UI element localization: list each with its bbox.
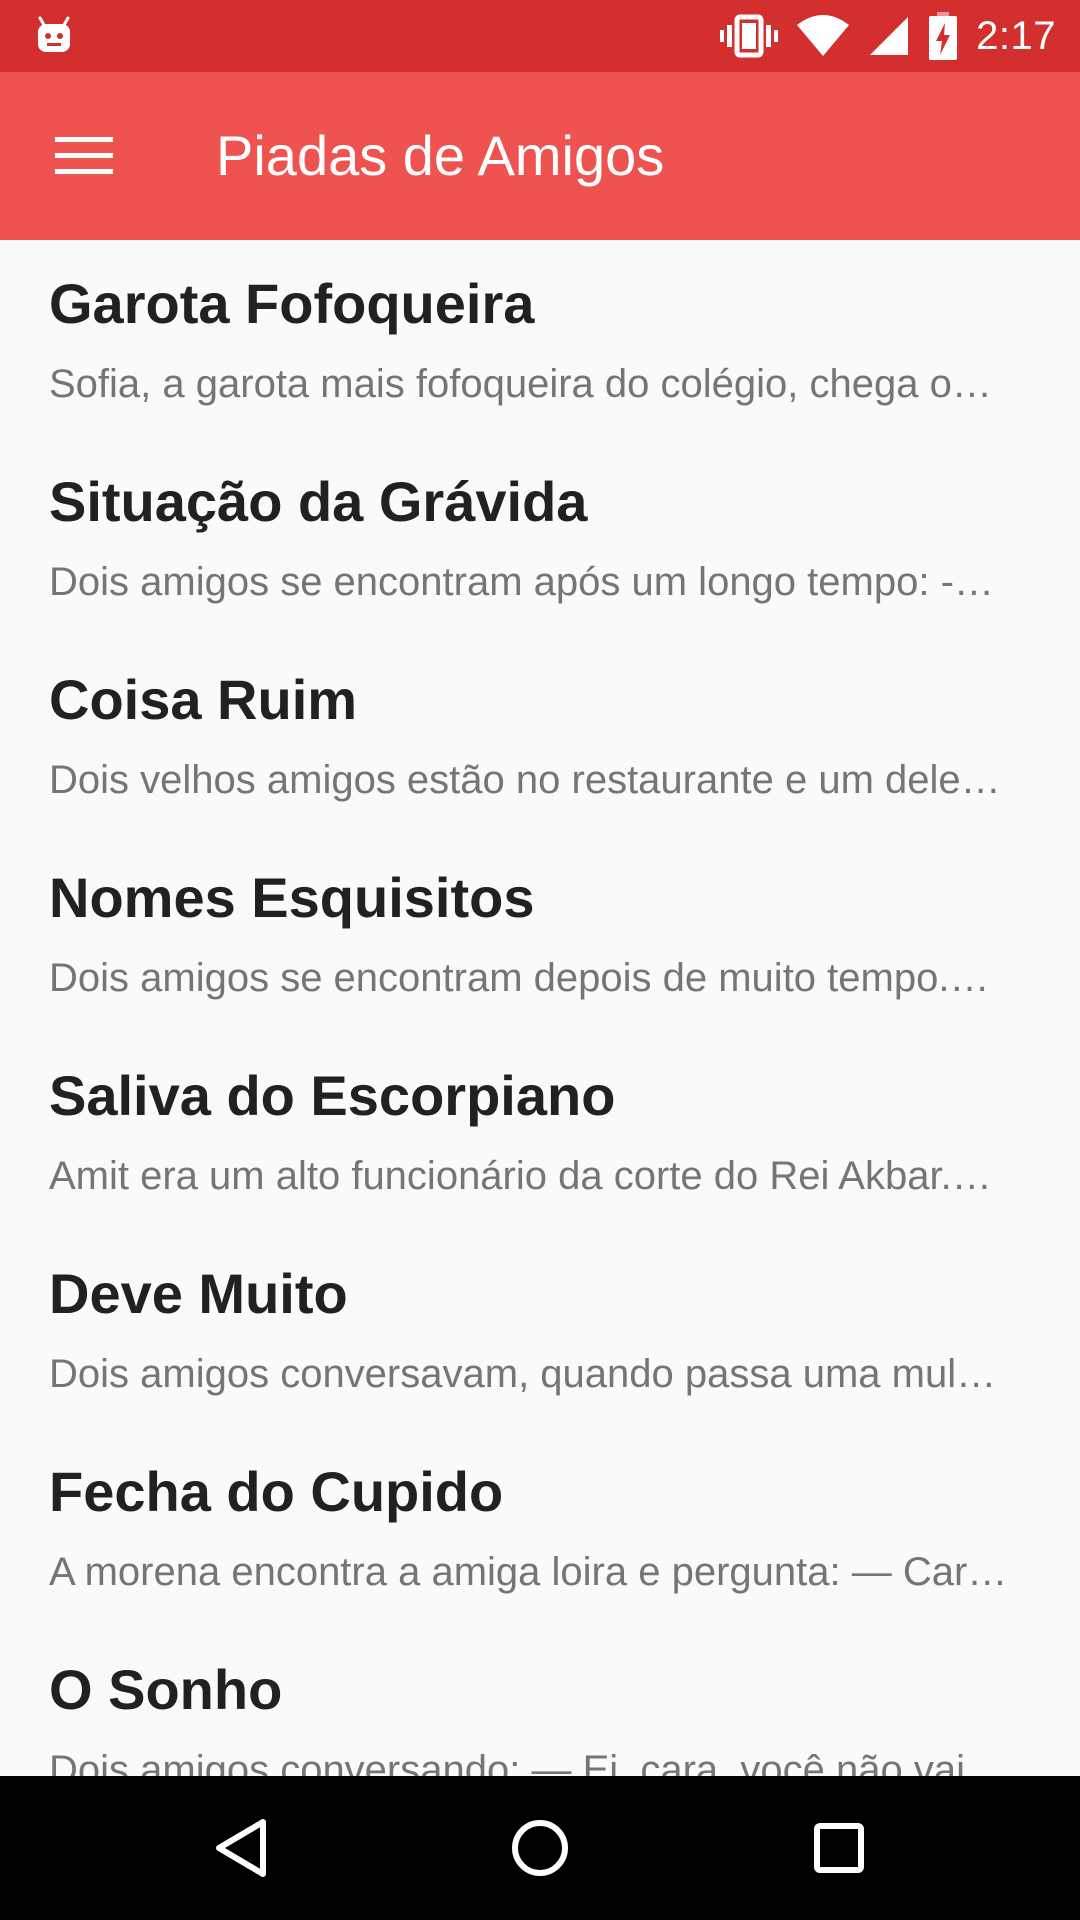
joke-preview: Amit era um alto funcionário da corte do… [49,1154,992,1198]
android-notification-icon [38,16,70,52]
joke-preview: Sofia, a garota mais fofoqueira do colég… [49,362,992,406]
clock: 2:17 [976,13,1056,58]
joke-preview: A morena encontra a amiga loira e pergun… [49,1550,1008,1594]
joke-preview: Dois amigos se encontram após um longo t… [49,560,994,604]
navigation-bar [0,1776,1080,1920]
wifi-icon [797,15,850,56]
joke-title: O Sonho [49,1658,283,1721]
joke-title: Situação da Grávida [49,470,588,533]
home-icon [512,1820,568,1876]
menu-button[interactable] [36,108,132,204]
joke-title: Garota Fofoqueira [49,272,535,335]
joke-title: Deve Muito [49,1262,348,1325]
app-bar: Piadas de Amigos [0,72,1080,240]
app-title: Piadas de Amigos [216,124,665,187]
back-icon [216,1819,266,1877]
joke-title: Fecha do Cupido [49,1460,504,1523]
hamburger-menu-icon [55,137,113,174]
joke-title: Nomes Esquisitos [49,866,535,929]
joke-item-saliva-do-escorpiano[interactable]: Saliva do Escorpiano Amit era um alto fu… [0,1032,1080,1230]
home-button[interactable] [490,1798,590,1898]
cell-signal-icon [870,17,909,55]
joke-title: Saliva do Escorpiano [49,1064,616,1127]
joke-preview: Dois amigos conversando: — Ei, cara, voc… [49,1748,1005,1776]
back-button[interactable] [191,1798,291,1898]
recents-icon [814,1823,864,1873]
joke-item-situacao-da-gravida[interactable]: Situação da Grávida Dois amigos se encon… [0,438,1080,636]
recents-button[interactable] [789,1798,889,1898]
joke-item-nomes-esquisitos[interactable]: Nomes Esquisitos Dois amigos se encontra… [0,834,1080,1032]
battery-charging-icon [929,12,958,60]
joke-preview: Dois velhos amigos estão no restaurante … [49,758,1001,802]
joke-item-o-sonho[interactable]: O Sonho Dois amigos conversando: — Ei, c… [0,1626,1080,1776]
vibrate-icon [720,14,779,58]
joke-list[interactable]: Garota Fofoqueira Sofia, a garota mais f… [0,240,1080,1776]
screen: 2:17 Piadas de Amigos Garota Fofoqueira … [0,0,1080,1920]
joke-item-deve-muito[interactable]: Deve Muito Dois amigos conversavam, quan… [0,1230,1080,1428]
joke-title: Coisa Ruim [49,668,358,731]
joke-preview: Dois amigos conversavam, quando passa um… [49,1352,997,1396]
status-bar: 2:17 [0,0,1080,72]
status-icons: 2:17 [720,0,1056,72]
joke-item-garota-fofoqueira[interactable]: Garota Fofoqueira Sofia, a garota mais f… [0,240,1080,438]
joke-item-fecha-do-cupido[interactable]: Fecha do Cupido A morena encontra a amig… [0,1428,1080,1626]
joke-preview: Dois amigos se encontram depois de muito… [49,956,990,1000]
joke-item-coisa-ruim[interactable]: Coisa Ruim Dois velhos amigos estão no r… [0,636,1080,834]
